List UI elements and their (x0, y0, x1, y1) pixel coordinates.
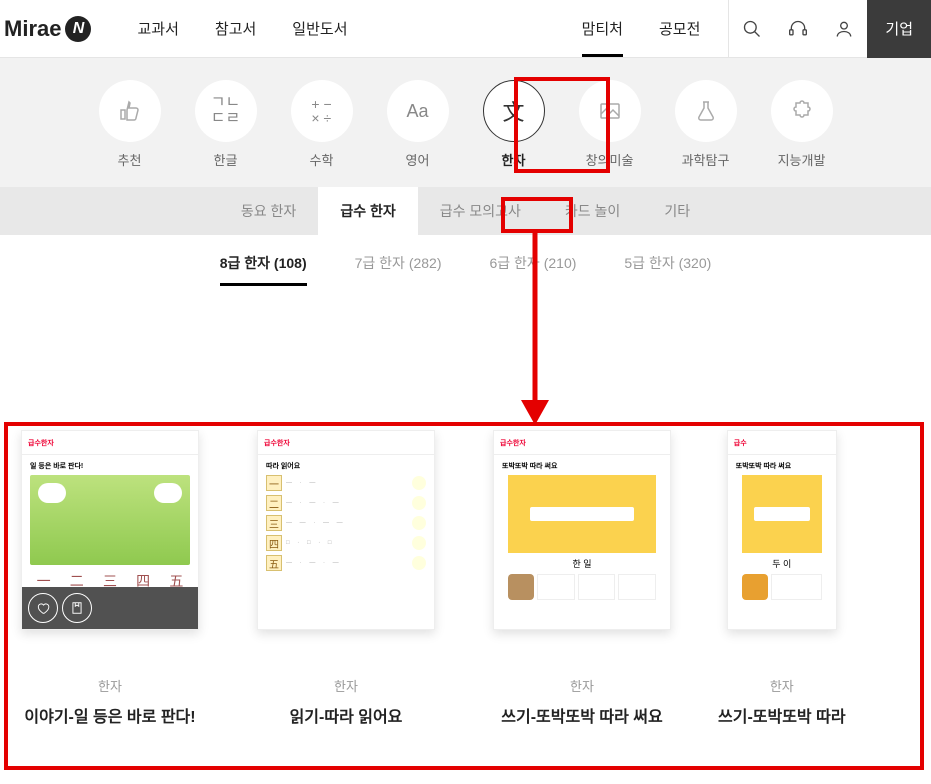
math-icon: + −× ÷ (291, 80, 353, 142)
cat-intelligence[interactable]: 지능개발 (771, 80, 833, 169)
save-button[interactable] (62, 593, 92, 623)
worksheet-thumb: 급수한자 따라 읽어요 一— · — 二— · — · — 三— — · — —… (257, 430, 435, 630)
card-title: 이야기-일 등은 바로 판다! (24, 703, 195, 727)
nav-textbook[interactable]: 교과서 (137, 18, 178, 39)
logo-badge: N (65, 16, 91, 42)
category-strip: 추천 ㄱㄴㄷㄹ 한글 + −× ÷ 수학 Aa 영어 文 한자 창의미술 과학탐… (0, 58, 931, 187)
level-6[interactable]: 6급 한자 (210) (490, 253, 577, 286)
header: Mirae N 교과서 참고서 일반도서 맘티처 공모전 기업 (0, 0, 931, 58)
main-nav: 교과서 참고서 일반도서 (137, 18, 347, 39)
nav-general[interactable]: 일반도서 (292, 18, 347, 39)
worksheet-thumb: 급수한자 또박또박 따라 써요 한 일 (493, 430, 671, 630)
worksheet-card[interactable]: 급수한자 일 등은 바로 판다! 一二三四五 한자 이야기-일 등은 바로 판다… (10, 430, 210, 727)
thumbs-up-icon (99, 80, 161, 142)
art-icon (579, 80, 641, 142)
card-title: 읽기-따라 읽어요 (290, 703, 403, 727)
tab-etc[interactable]: 기타 (642, 187, 712, 235)
card-category: 한자 (770, 676, 794, 695)
puzzle-icon (771, 80, 833, 142)
search-button[interactable] (729, 0, 775, 58)
nav-reference[interactable]: 참고서 (215, 18, 256, 39)
hanja-icon: 文 (483, 80, 545, 142)
sub-nav: 맘티처 공모전 (582, 0, 701, 57)
cat-art[interactable]: 창의미술 (579, 80, 641, 169)
tab-mock-exam[interactable]: 급수 모의고사 (418, 187, 543, 235)
cat-hanja[interactable]: 文 한자 (483, 80, 545, 169)
hangul-icon: ㄱㄴㄷㄹ (195, 80, 257, 142)
card-hover-toolbar (22, 587, 198, 629)
cta-button[interactable]: 기업 (867, 0, 931, 58)
user-icon (834, 19, 854, 39)
level-8[interactable]: 8급 한자 (108) (220, 253, 307, 286)
headset-icon (788, 19, 808, 39)
worksheet-card[interactable]: 급수 또박또박 따라 써요 두 이 한자 쓰기-또박또박 따라 (718, 430, 846, 727)
english-icon: Aa (387, 80, 449, 142)
level-tabs: 8급 한자 (108) 7급 한자 (282) 6급 한자 (210) 5급 한… (0, 235, 931, 300)
cat-hangul[interactable]: ㄱㄴㄷㄹ 한글 (195, 80, 257, 169)
tab-card-play[interactable]: 카드 놀이 (543, 187, 642, 235)
account-button[interactable] (821, 0, 867, 58)
cat-science[interactable]: 과학탐구 (675, 80, 737, 169)
subnav-contest[interactable]: 공모전 (659, 0, 700, 57)
card-title: 쓰기-또박또박 따라 써요 (501, 703, 662, 727)
search-icon (742, 19, 762, 39)
worksheet-card[interactable]: 급수한자 따라 읽어요 一— · — 二— · — · — 三— — · — —… (246, 430, 446, 727)
level-5[interactable]: 5급 한자 (320) (624, 253, 711, 286)
cat-english[interactable]: Aa 영어 (387, 80, 449, 169)
worksheet-card[interactable]: 급수한자 또박또박 따라 써요 한 일 한자 쓰기-또박또박 따라 써요 (482, 430, 682, 727)
cat-recommend[interactable]: 추천 (99, 80, 161, 169)
logo-text: Mirae (4, 16, 61, 42)
worksheet-thumb: 급수 또박또박 따라 써요 두 이 (727, 430, 837, 630)
logo[interactable]: Mirae N (0, 16, 109, 42)
card-category: 한자 (570, 676, 594, 695)
level-7[interactable]: 7급 한자 (282) (355, 253, 442, 286)
subnav-momteacher[interactable]: 맘티처 (582, 0, 623, 57)
tab-level-hanja[interactable]: 급수 한자 (318, 187, 417, 235)
tab-songs[interactable]: 동요 한자 (219, 187, 318, 235)
support-button[interactable] (775, 0, 821, 58)
card-category: 한자 (98, 676, 122, 695)
like-button[interactable] (28, 593, 58, 623)
worksheet-grid: 급수한자 일 등은 바로 판다! 一二三四五 한자 이야기-일 등은 바로 판다… (0, 300, 931, 747)
subtabs: 동요 한자 급수 한자 급수 모의고사 카드 놀이 기타 (0, 187, 931, 235)
icon-bar (728, 0, 867, 57)
worksheet-thumb: 급수한자 일 등은 바로 판다! 一二三四五 (21, 430, 199, 630)
beaker-icon (675, 80, 737, 142)
card-category: 한자 (334, 676, 358, 695)
cat-math[interactable]: + −× ÷ 수학 (291, 80, 353, 169)
card-title: 쓰기-또박또박 따라 (718, 703, 846, 727)
